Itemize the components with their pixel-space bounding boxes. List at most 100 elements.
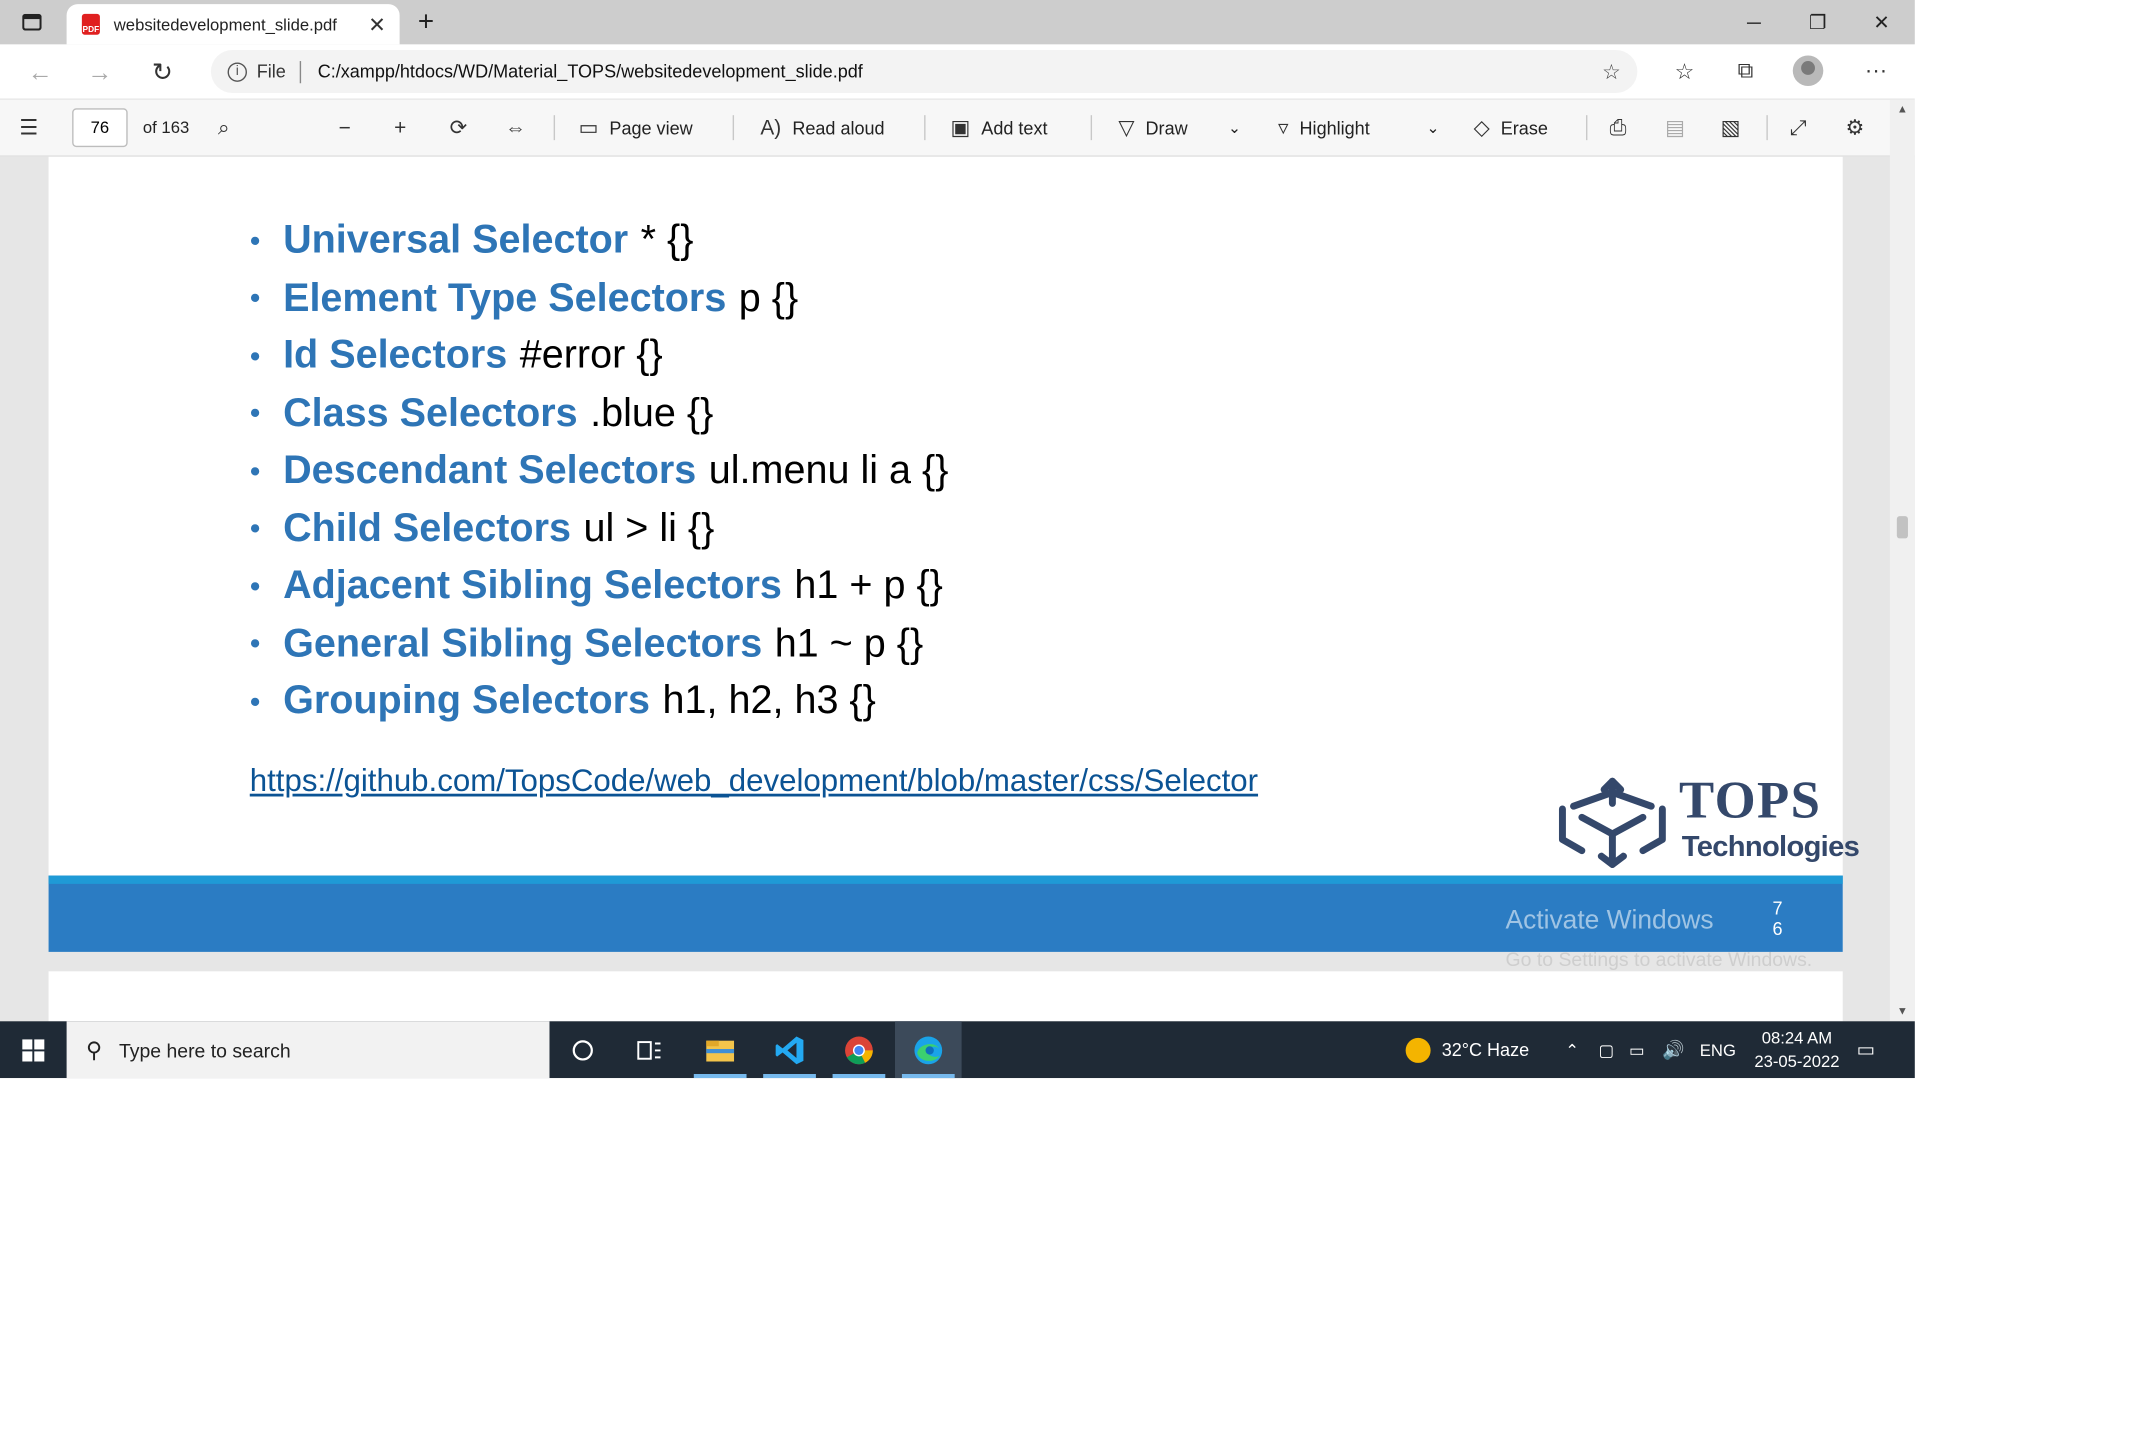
bullet: • (249, 683, 261, 719)
list-item: • Child Selectors ul > li {} (250, 500, 949, 558)
tops-logo: TOPS Technologies (1554, 767, 1860, 878)
zoom-in-icon[interactable]: + (394, 100, 417, 156)
slide-number-line2: 6 (1772, 918, 1783, 940)
logo-subtitle: Technologies (1681, 831, 1860, 864)
favorites-icon[interactable]: ☆ (1665, 56, 1704, 89)
add-text-icon: ▣ (950, 116, 971, 141)
pdf-page: • Universal Selector * {} • Element Type Se… (48, 156, 1860, 970)
scrollbar-thumb[interactable] (1896, 516, 1908, 539)
bullet: • (249, 453, 261, 489)
next-pdf-page (48, 971, 1843, 1027)
highlight-options-chevron-icon[interactable]: ⌄ (1426, 100, 1439, 156)
selector-name: Child Selectors (283, 506, 571, 551)
slide-number-line1: 7 (1772, 897, 1783, 919)
toolbar-divider (732, 115, 735, 141)
list-item: • Adjacent Sibling Selectors h1 + p {} (250, 558, 949, 616)
taskbar-clock[interactable]: 08:24 AM 23-05-2022 (1741, 1027, 1852, 1074)
add-favorite-icon[interactable]: ☆ (1602, 59, 1621, 84)
browser-tab[interactable]: PDF websitedevelopment_slide.pdf ✕ (66, 4, 400, 45)
vertical-scrollbar[interactable]: ▲ ▼ (1889, 99, 1915, 1022)
selector-name: Descendant Selectors (283, 448, 697, 493)
scroll-down-icon[interactable]: ▼ (1890, 1002, 1915, 1021)
draw-options-chevron-icon[interactable]: ⌄ (1228, 100, 1241, 156)
close-window-button[interactable]: ✕ (1850, 0, 1914, 44)
logo-title: TOPS (1678, 771, 1822, 830)
collections-icon[interactable]: ⧉ (1726, 56, 1765, 89)
save-icon[interactable]: ▤ (1665, 100, 1696, 156)
slide-number: 76 (1769, 898, 1786, 940)
show-hidden-icons-icon[interactable]: ⌃ (1565, 1021, 1579, 1078)
meet-now-icon[interactable]: ▢ (1599, 1021, 1615, 1078)
add-text-button[interactable]: ▣ Add text (951, 100, 1048, 156)
restore-button[interactable]: ❐ (1786, 0, 1850, 44)
pdf-file-icon: PDF (81, 13, 100, 35)
read-aloud-icon: A) (760, 115, 782, 140)
info-icon[interactable]: i (227, 61, 247, 82)
taskbar: ⚲ Type here to search 32°C Haze ⌃ ▢ ▭ 🔊 … (0, 1021, 1915, 1079)
bullet: • (249, 223, 261, 258)
highlight-icon: ▿ (1277, 116, 1289, 141)
settings-gear-icon[interactable]: ⚙ (1846, 100, 1876, 156)
list-item: • Grouping Selectors h1, h2, h3 {} (250, 673, 949, 731)
selector-example: ul.menu li a {} (708, 448, 949, 493)
search-icon: ⚲ (86, 1038, 103, 1063)
fullscreen-icon[interactable]: ⤢ (1790, 100, 1818, 156)
page-view-button[interactable]: ▭ Page view (579, 100, 693, 156)
address-protocol: File (256, 61, 286, 82)
close-tab-icon[interactable]: ✕ (368, 12, 385, 37)
chrome-icon[interactable] (826, 1021, 893, 1079)
zoom-out-icon[interactable]: − (339, 100, 362, 156)
pdf-viewport[interactable]: • Universal Selector * {} • Element Type Se… (0, 156, 1915, 1027)
toolbar-divider (1586, 115, 1588, 141)
read-aloud-button[interactable]: A) Read aloud (760, 100, 884, 156)
windows-start-icon[interactable] (0, 1021, 67, 1078)
edge-icon[interactable] (895, 1021, 962, 1079)
network-icon[interactable]: ▭ (1629, 1021, 1645, 1078)
address-field[interactable]: i File C:/xampp/htdocs/WD/Material_TOPS/… (210, 49, 1638, 93)
task-view-icon[interactable] (616, 1021, 683, 1078)
cortana-icon[interactable] (549, 1021, 616, 1078)
file-explorer-icon[interactable] (687, 1021, 754, 1079)
notifications-icon[interactable]: ▭ (1857, 1021, 1875, 1078)
selector-example: p {} (738, 275, 799, 321)
find-icon[interactable]: ⌕ (218, 100, 241, 156)
page-number-input[interactable]: 76 (72, 108, 128, 148)
fit-page-icon[interactable]: ⇔ (505, 100, 537, 156)
tab-actions-icon[interactable] (0, 0, 64, 44)
weather-text: 32°C Haze (1441, 1039, 1530, 1061)
contents-icon[interactable]: ☰ (19, 100, 49, 156)
selector-reference-link[interactable]: https://github.com/TopsCode/web_developm… (250, 763, 1258, 799)
erase-button[interactable]: ◇ Erase (1474, 100, 1548, 156)
pdf-toolbar: ☰ 76 of 163 ⌕ − + ⟳ ⇔ ▭ Page view A) Read … (0, 99, 1915, 157)
highlight-button[interactable]: ▿ Highlight (1278, 100, 1370, 156)
list-item: • Descendant Selectors ul.menu li a {} (250, 443, 949, 501)
activate-windows-title: Activate Windows (1505, 906, 1714, 936)
back-button[interactable]: ← (19, 54, 61, 90)
new-tab-button[interactable]: + (411, 8, 442, 39)
selector-name: General Sibling Selectors (283, 621, 763, 666)
refresh-button[interactable]: ↻ (142, 54, 184, 90)
minimize-button[interactable]: ─ (1722, 0, 1786, 44)
forward-button[interactable]: → (79, 54, 121, 90)
scroll-up-icon[interactable]: ▲ (1890, 100, 1915, 119)
rotate-icon[interactable]: ⟳ (450, 100, 479, 156)
bullet: • (249, 510, 261, 546)
draw-button[interactable]: ▽ Draw (1118, 100, 1187, 156)
profile-avatar[interactable] (1792, 55, 1824, 87)
selector-name: Element Type Selectors (283, 275, 727, 321)
volume-icon[interactable]: 🔊 (1662, 1021, 1684, 1078)
save-as-icon[interactable]: ▧ (1721, 100, 1752, 156)
language-indicator[interactable]: ENG (1700, 1021, 1736, 1078)
address-separator (299, 60, 302, 83)
selector-example: h1, h2, h3 {} (662, 678, 876, 724)
vscode-icon[interactable] (756, 1021, 823, 1079)
bullet: • (249, 568, 261, 604)
weather-widget[interactable]: 32°C Haze (1405, 1021, 1530, 1078)
address-url: C:/xampp/htdocs/WD/Material_TOPS/website… (317, 61, 863, 82)
taskbar-search-box[interactable]: ⚲ Type here to search (66, 1021, 550, 1079)
more-menu-icon[interactable]: ··· (1857, 56, 1896, 89)
selector-example: * {} (640, 218, 694, 263)
weather-sun-icon (1405, 1037, 1431, 1063)
highlight-label: Highlight (1299, 117, 1370, 139)
print-icon[interactable]: ⎙ (1610, 100, 1638, 156)
